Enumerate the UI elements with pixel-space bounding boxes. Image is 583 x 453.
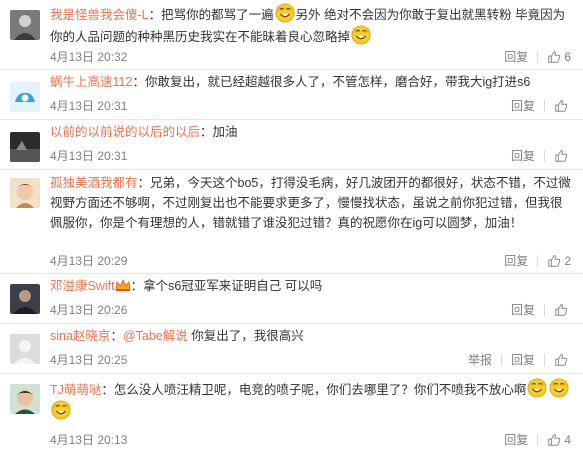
comment-actions: 回复 bbox=[511, 97, 571, 114]
reply-button[interactable]: 回复 bbox=[511, 147, 535, 164]
comment-item: 我是怪兽我会傻-L：把骂你的都骂了一遍 另外 绝对不会因为你敢于复出就黑转粉 毕竟… bbox=[0, 0, 583, 70]
divider bbox=[544, 303, 545, 316]
avatar[interactable] bbox=[10, 384, 40, 414]
thumbs-up-icon bbox=[554, 99, 568, 113]
comment-text: 以前的以前说的以后的以后：加油 bbox=[50, 125, 238, 139]
divider bbox=[537, 433, 539, 446]
comment-item: 蜗牛上高速112：你敢复出，就已经超越很多人了，不管怎样，磨合好，带我大ig打进… bbox=[0, 70, 583, 120]
divider bbox=[537, 50, 539, 63]
comment-actions: 回复 bbox=[511, 301, 571, 318]
comment-actions: 回复 2 bbox=[504, 252, 571, 269]
mention-link[interactable]: @Tabe解说 bbox=[123, 329, 188, 343]
thumbs-up-icon bbox=[547, 254, 561, 268]
comment-username[interactable]: TJ萌萌哒 bbox=[50, 383, 101, 397]
comment-text: 孤独美酒我都有：兄弟，今天这个bo5，打得没毛病，好几波团开的都很好，状态不错，… bbox=[50, 176, 571, 230]
like-button[interactable] bbox=[554, 149, 571, 163]
reply-button[interactable]: 回复 bbox=[504, 431, 528, 448]
like-count: 4 bbox=[564, 432, 571, 447]
reply-button[interactable]: 回复 bbox=[504, 48, 528, 65]
divider bbox=[544, 353, 545, 366]
comment-list: 我是怪兽我会傻-L：把骂你的都骂了一遍 另外 绝对不会因为你敢于复出就黑转粉 毕竟… bbox=[0, 0, 583, 453]
like-button[interactable]: 2 bbox=[547, 254, 571, 268]
comment-item: sina赵晓京：@Tabe解说 你复出了，我很高兴 4月13日 20:25 举报… bbox=[0, 324, 583, 374]
divider bbox=[537, 254, 539, 267]
grin-emoji-icon bbox=[527, 378, 547, 398]
grin-emoji-icon bbox=[351, 25, 371, 45]
avatar[interactable] bbox=[10, 132, 40, 162]
comment-actions: 回复 6 bbox=[504, 48, 571, 65]
comment-time: 4月13日 20:31 bbox=[50, 99, 128, 113]
avatar[interactable] bbox=[10, 82, 40, 112]
comment-username[interactable]: sina赵晓京 bbox=[50, 329, 110, 343]
divider bbox=[544, 99, 545, 112]
thumbs-up-icon bbox=[554, 149, 568, 163]
comment-item: 孤独美酒我都有：兄弟，今天这个bo5，打得没毛病，好几波团开的都很好，状态不错，… bbox=[0, 170, 583, 274]
thumbs-up-icon bbox=[554, 303, 568, 317]
like-button[interactable] bbox=[554, 99, 571, 113]
vip-crown-icon bbox=[115, 278, 131, 291]
reply-button[interactable]: 回复 bbox=[511, 301, 535, 318]
comment-actions: 回复 bbox=[511, 147, 571, 164]
comment-text: 我是怪兽我会傻-L：把骂你的都骂了一遍 另外 绝对不会因为你敢于复出就黑转粉 毕竟… bbox=[50, 3, 571, 47]
comment-username[interactable]: 蜗牛上高速112 bbox=[50, 75, 132, 89]
reply-button[interactable]: 回复 bbox=[511, 97, 535, 114]
comment-text: 邓溢康Swift ：拿个s6冠亚军来证明自己 可以吗 bbox=[50, 278, 323, 293]
like-button[interactable] bbox=[554, 353, 571, 367]
comment-time: 4月13日 20:31 bbox=[50, 149, 128, 163]
comment-time: 4月13日 20:25 bbox=[50, 353, 128, 367]
like-count: 6 bbox=[564, 49, 571, 64]
comment-time: 4月13日 20:13 bbox=[50, 433, 128, 447]
comment-item: 以前的以前说的以后的以后：加油 4月13日 20:31 回复 bbox=[0, 120, 583, 170]
divider bbox=[544, 149, 545, 162]
comment-username[interactable]: 邓溢康Swift bbox=[50, 279, 115, 293]
comment-text: sina赵晓京：@Tabe解说 你复出了，我很高兴 bbox=[50, 329, 304, 343]
thumbs-up-icon bbox=[554, 353, 568, 367]
comment-time: 4月13日 20:26 bbox=[50, 303, 128, 317]
reply-button[interactable]: 回复 bbox=[504, 252, 528, 269]
grin-emoji-icon bbox=[549, 378, 569, 398]
grin-emoji-icon bbox=[51, 400, 71, 420]
report-button[interactable]: 举报 bbox=[468, 351, 492, 368]
comment-username[interactable]: 孤独美酒我都有 bbox=[50, 176, 138, 190]
comment-item: 邓溢康Swift ：拿个s6冠亚军来证明自己 可以吗 4月13日 20:26 回复 bbox=[0, 274, 583, 324]
like-button[interactable]: 6 bbox=[547, 50, 571, 64]
comment-username[interactable]: 我是怪兽我会傻-L bbox=[50, 8, 149, 22]
divider bbox=[500, 353, 502, 366]
reply-button[interactable]: 回复 bbox=[511, 351, 535, 368]
comment-item: TJ萌萌哒：怎么没人喷汪精卫呢，电竞的喷子呢，你们去哪里了？你们不喷我不放心啊 … bbox=[0, 374, 583, 453]
thumbs-up-icon bbox=[547, 433, 561, 447]
comment-time: 4月13日 20:29 bbox=[50, 254, 128, 268]
avatar[interactable] bbox=[10, 334, 40, 364]
like-count: 2 bbox=[564, 253, 571, 268]
avatar[interactable] bbox=[10, 284, 40, 314]
avatar[interactable] bbox=[10, 178, 40, 208]
comment-username[interactable]: 以前的以前说的以后的以后 bbox=[50, 125, 200, 139]
like-button[interactable] bbox=[554, 303, 571, 317]
comment-time: 4月13日 20:32 bbox=[50, 50, 128, 64]
comment-text: TJ萌萌哒：怎么没人喷汪精卫呢，电竞的喷子呢，你们去哪里了？你们不喷我不放心啊 bbox=[50, 378, 571, 422]
comment-actions: 举报 回复 bbox=[468, 351, 571, 368]
comment-actions: 回复 4 bbox=[504, 431, 571, 448]
thumbs-up-icon bbox=[547, 50, 561, 64]
comment-text: 蜗牛上高速112：你敢复出，就已经超越很多人了，不管怎样，磨合好，带我大ig打进… bbox=[50, 75, 531, 89]
avatar[interactable] bbox=[10, 10, 40, 40]
grin-emoji-icon bbox=[275, 3, 295, 23]
like-button[interactable]: 4 bbox=[547, 433, 571, 447]
